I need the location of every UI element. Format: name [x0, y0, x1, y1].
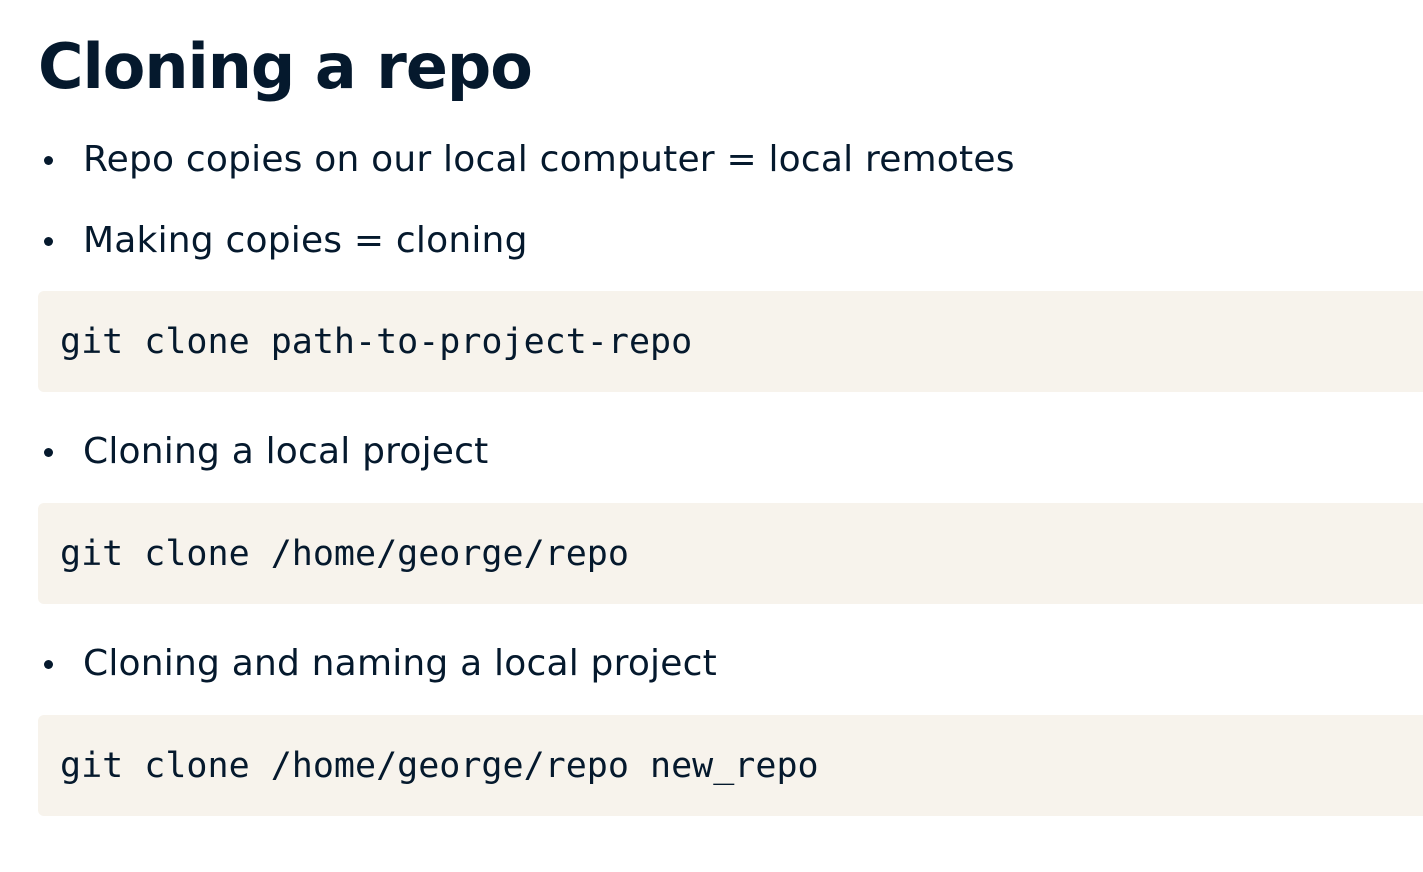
code-block: git clone path-to-project-repo: [38, 291, 1423, 392]
bullet-item: Repo copies on our local computer = loca…: [44, 135, 1015, 185]
code-block: git clone /home/george/repo: [38, 503, 1423, 604]
bullet-text: Cloning and naming a local project: [83, 643, 717, 684]
bullet-dot-icon: [44, 659, 53, 669]
slide-title: Cloning a repo: [38, 30, 533, 103]
code-line: git clone /home/george/repo new_repo: [60, 745, 819, 786]
code-line: git clone path-to-project-repo: [60, 321, 693, 362]
bullet-text: Repo copies on our local computer = loca…: [83, 139, 1015, 180]
bullet-text: Making copies = cloning: [83, 220, 528, 261]
bullet-item: Cloning a local project: [44, 427, 488, 477]
bullet-dot-icon: [44, 236, 53, 246]
bullet-item: Cloning and naming a local project: [44, 639, 717, 689]
bullet-dot-icon: [44, 447, 53, 457]
code-block: git clone /home/george/repo new_repo: [38, 715, 1423, 816]
bullet-text: Cloning a local project: [83, 431, 489, 472]
bullet-dot-icon: [44, 155, 53, 165]
code-line: git clone /home/george/repo: [60, 533, 629, 574]
bullet-item: Making copies = cloning: [44, 216, 528, 266]
